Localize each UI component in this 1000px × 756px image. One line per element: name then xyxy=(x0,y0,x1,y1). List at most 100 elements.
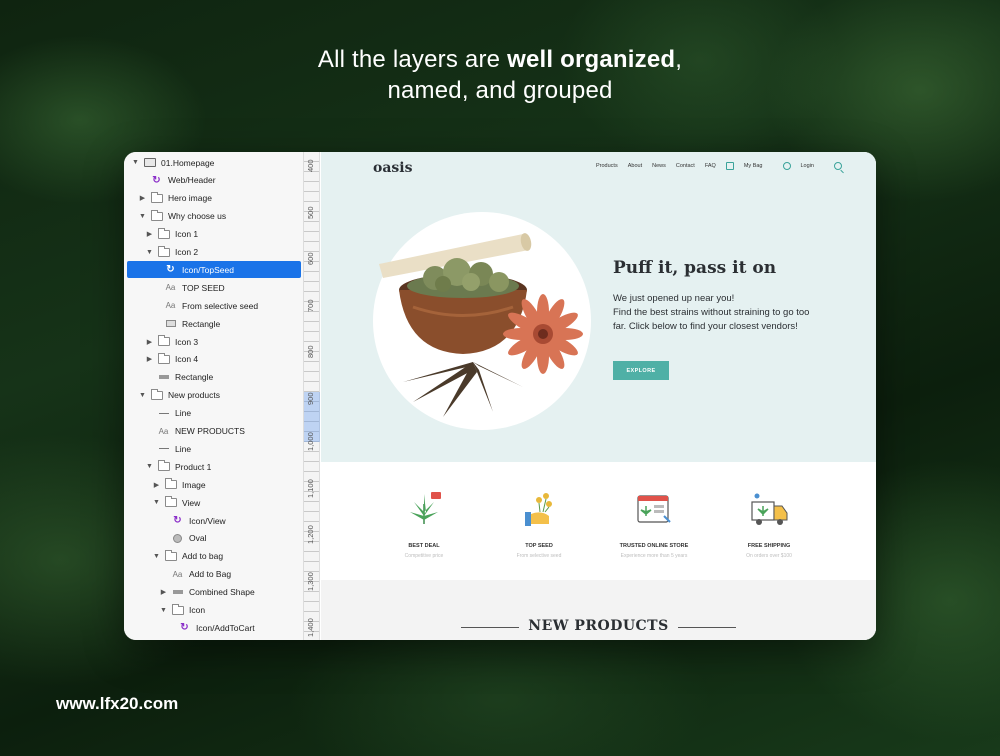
layer-row[interactable]: Rectangle xyxy=(127,369,301,386)
layer-row[interactable]: ▼ Product 1 xyxy=(127,458,301,475)
layer-label: Icon/TopSeed xyxy=(182,264,234,275)
folder-icon xyxy=(157,335,170,347)
ruler-number: 900 xyxy=(306,391,315,405)
cannabis-tag-icon xyxy=(410,492,441,524)
layer-label: Why choose us xyxy=(168,211,227,222)
layer-row[interactable]: ▼ 01.Homepage xyxy=(127,154,301,171)
layer-label: Icon 3 xyxy=(175,336,199,347)
text-icon: Aa xyxy=(165,301,176,311)
disclosure-closed-icon[interactable]: ▶ xyxy=(138,194,147,202)
layer-label: Icon/View xyxy=(189,515,226,526)
symbol-icon: ↻ xyxy=(173,515,182,526)
layer-label: Add to bag xyxy=(182,551,224,562)
layer-row[interactable]: ▼ Why choose us xyxy=(127,208,301,225)
layer-row[interactable]: ▶ Combined Shape xyxy=(127,584,301,601)
artboard-canvas[interactable]: oasis Products About News Contact FAQ My… xyxy=(321,152,876,640)
vertical-ruler[interactable]: 400 500 600 700 800 900 1,000 1,100 1,200 1,300 1,… xyxy=(304,152,320,640)
oval-icon xyxy=(171,533,184,544)
layer-label: Combined Shape xyxy=(189,587,255,598)
headline-line-2: named, and grouped xyxy=(387,77,613,104)
nav-products[interactable]: Products xyxy=(596,163,618,169)
folder-icon xyxy=(150,209,163,222)
layer-row[interactable]: ▼ View xyxy=(127,494,301,511)
layer-row[interactable]: ▶ Icon 3 xyxy=(127,333,301,350)
nav-contact[interactable]: Contact xyxy=(676,163,695,169)
layer-label: Product 1 xyxy=(175,461,212,472)
layer-row[interactable]: ↻ Icon/AddToCart xyxy=(127,619,301,636)
layer-label: Icon 2 xyxy=(175,247,199,257)
layer-row[interactable]: Aa From selective seed xyxy=(127,297,301,314)
layer-row[interactable]: Aa NEW PRODUCTS xyxy=(127,423,301,440)
layer-row[interactable]: ▶ Icon 4 xyxy=(127,351,301,368)
layer-row[interactable]: ↻ Icon/TopSeed xyxy=(127,261,301,279)
nav-faq[interactable]: FAQ xyxy=(705,163,716,169)
disclosure-open-icon[interactable]: ▼ xyxy=(145,463,154,470)
ruler-number: 1,100 xyxy=(306,478,315,498)
layer-row[interactable]: ▶ Icon 1 xyxy=(127,226,301,243)
disclosure-closed-icon[interactable]: ▶ xyxy=(145,355,154,363)
layer-row[interactable]: ▼ Add to bag xyxy=(127,548,301,565)
layer-label: Icon 1 xyxy=(175,229,199,240)
new-products-section: NEW PRODUCTS xyxy=(321,580,876,640)
search-icon[interactable] xyxy=(833,162,842,170)
symbol-icon: ↻ xyxy=(180,622,189,634)
nav-login[interactable]: Login xyxy=(782,162,824,170)
explore-button[interactable]: EXPLORE xyxy=(613,361,669,380)
layer-row[interactable]: Line xyxy=(127,405,301,422)
layer-row[interactable]: Rectangle xyxy=(127,315,301,332)
layer-row[interactable]: ▼ Icon 2 xyxy=(127,244,301,261)
new-products-right-line xyxy=(678,627,736,628)
disclosure-open-icon[interactable]: ▼ xyxy=(152,553,161,560)
folder-icon xyxy=(171,603,184,616)
disclosure-open-icon[interactable]: ▼ xyxy=(138,392,147,399)
user-icon xyxy=(782,162,791,170)
layer-row[interactable]: Aa TOP SEED xyxy=(127,279,301,296)
layer-label: Rectangle xyxy=(175,372,214,383)
ruler-number: 1,400 xyxy=(306,618,315,637)
layer-label: Line xyxy=(175,443,192,454)
online-store-icon xyxy=(637,495,671,523)
layer-row[interactable]: ↻ Icon/View xyxy=(127,512,301,529)
monitor-icon xyxy=(143,157,156,168)
layer-label: Icon xyxy=(189,605,206,615)
disclosure-open-icon[interactable]: ▼ xyxy=(145,249,154,256)
ruler-number: 1,200 xyxy=(306,525,315,544)
layer-label: Image xyxy=(182,479,206,490)
disclosure-open-icon[interactable]: ▼ xyxy=(138,213,147,220)
layer-row[interactable]: ▶ Image xyxy=(127,476,301,493)
layer-row[interactable]: ▶ Hero image xyxy=(127,190,301,207)
disclosure-closed-icon[interactable]: ▶ xyxy=(145,338,154,346)
layer-label: Line xyxy=(175,408,192,419)
layer-row[interactable]: ▼ Icon xyxy=(127,602,301,619)
disclosure-closed-icon[interactable]: ▶ xyxy=(159,588,168,596)
layer-label: TOP SEED xyxy=(182,282,225,293)
layer-row[interactable]: Aa Add to Bag xyxy=(127,566,301,583)
nav-news[interactable]: News xyxy=(652,163,666,169)
disclosure-open-icon[interactable]: ▼ xyxy=(159,607,168,614)
ruler-number: 1,000 xyxy=(306,432,315,451)
disclosure-open-icon[interactable]: ▼ xyxy=(131,159,140,166)
folder-icon xyxy=(157,227,170,240)
folder-icon xyxy=(157,460,170,472)
layer-row[interactable]: ↻ Web/Header xyxy=(127,172,301,189)
feature-best-deal: BEST DEAL Competitive price xyxy=(369,490,479,559)
disclosure-closed-icon[interactable]: ▶ xyxy=(152,481,161,489)
feature-free-shipping: FREE SHIPPING On orders over $100 xyxy=(714,490,824,559)
folder-icon xyxy=(164,478,177,490)
ruler-number: 700 xyxy=(306,298,315,312)
layer-row[interactable]: ▼ New products xyxy=(127,387,301,404)
nav-about[interactable]: About xyxy=(628,163,642,169)
layer-label: From selective seed xyxy=(182,300,259,311)
nav-my-bag[interactable]: My Bag xyxy=(725,162,773,170)
layer-label: 01.Homepage xyxy=(161,157,215,168)
layer-label: Icon/AddToCart xyxy=(196,622,255,633)
layer-row[interactable]: Line xyxy=(127,440,301,457)
website-url[interactable]: www.lfx20.com xyxy=(56,694,178,714)
layer-row[interactable]: Oval xyxy=(127,530,301,547)
site-logo[interactable]: oasis xyxy=(373,160,413,176)
headline-line-1: All the layers are well organized, xyxy=(317,46,683,73)
hero-title: Puff it, pass it on xyxy=(613,258,777,278)
text-icon: Aa xyxy=(165,283,176,293)
disclosure-closed-icon[interactable]: ▶ xyxy=(145,230,154,238)
disclosure-open-icon[interactable]: ▼ xyxy=(152,499,161,506)
